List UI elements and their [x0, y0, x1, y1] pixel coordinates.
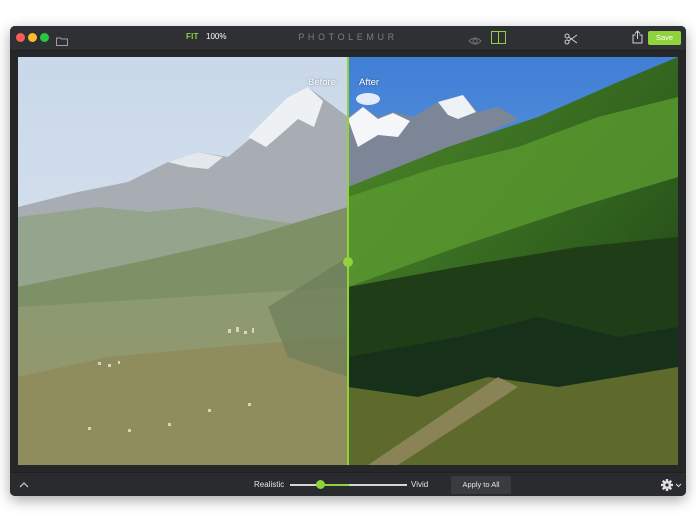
scissors-icon[interactable] [564, 32, 578, 45]
compare-divider-handle[interactable] [343, 257, 353, 267]
app-title: PHOTOLEMUR [298, 32, 398, 42]
bottom-toolbar: Realistic Vivid Apply to All [10, 472, 686, 496]
save-button[interactable]: Save [648, 31, 681, 45]
gear-icon[interactable] [659, 477, 683, 493]
eye-icon[interactable] [468, 33, 482, 45]
photo-comparison[interactable]: Before After [18, 57, 678, 465]
share-icon[interactable] [632, 30, 643, 44]
realistic-label: Realistic [254, 480, 285, 489]
apply-to-all-button[interactable]: Apply to All [451, 476, 511, 494]
before-label: Before [308, 77, 336, 88]
canvas-area: Before After [10, 51, 686, 472]
compare-icon[interactable] [491, 31, 506, 44]
after-label: After [359, 77, 380, 88]
intensity-slider[interactable] [290, 480, 407, 489]
vivid-label: Vivid [411, 480, 429, 489]
intensity-slider-handle[interactable] [315, 480, 325, 489]
titlebar: FIT 100% PHOTOLEMUR Save [10, 26, 686, 51]
app-window: FIT 100% PHOTOLEMUR Save Before After Re… [10, 26, 686, 496]
chevron-up-icon[interactable] [16, 477, 32, 493]
